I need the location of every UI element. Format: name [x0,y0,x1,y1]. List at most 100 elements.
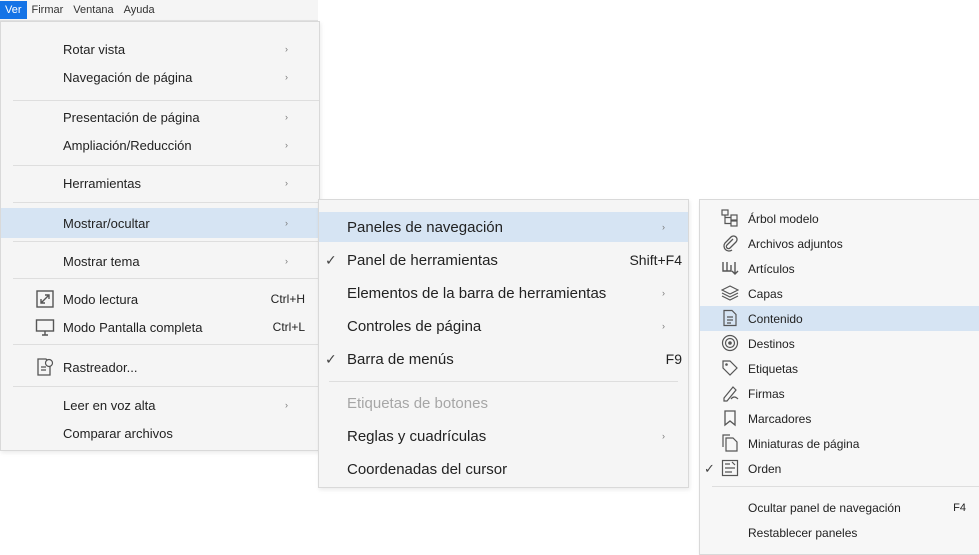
menu-item-label: Leer en voz alta [63,397,156,413]
menu-item-tools-panel[interactable]: ✓ Panel de herramientas Shift+F4 [319,245,688,275]
content-icon [721,309,739,327]
paperclip-icon [721,234,739,252]
menu-item-signatures[interactable]: Firmas [700,381,979,406]
check-icon: ✓ [325,350,337,367]
menu-item-thumbnails[interactable]: Miniaturas de página [700,431,979,456]
menu-item-label: Herramientas [63,175,142,191]
tracker-icon [35,357,55,377]
order-icon [721,459,739,477]
chevron-right-icon: › [285,256,288,266]
menu-item-content[interactable]: Contenido [700,306,979,331]
menu-firmar[interactable]: Firmar [27,1,69,19]
menu-item-read-aloud[interactable]: Leer en voz alta › [1,392,319,418]
chevron-right-icon: › [285,400,288,410]
menu-item-rotate-view[interactable]: Rotar vista › [1,36,319,62]
menu-item-reset-panels[interactable]: Restablecer paneles [700,520,979,545]
nav-panels-menu: Árbol modelo Archivos adjuntos Artículos… [699,199,979,555]
menu-item-label: Controles de página [347,317,482,335]
menu-item-page-navigation[interactable]: Navegación de página › [1,64,319,90]
menu-item-label: Paneles de navegación [347,218,503,236]
menu-item-label: Panel de herramientas [347,251,498,269]
menu-item-order[interactable]: ✓ Orden [700,456,979,481]
chevron-right-icon: › [662,288,665,298]
menu-item-label: Capas [748,286,783,301]
layers-icon [721,284,739,302]
menu-item-destinations[interactable]: Destinos [700,331,979,356]
menu-separator [13,100,319,101]
menu-item-attachments[interactable]: Archivos adjuntos [700,231,979,256]
chevron-right-icon: › [285,72,288,82]
chevron-right-icon: › [662,222,665,232]
menu-item-articles[interactable]: Artículos [700,256,979,281]
chevron-right-icon: › [285,112,288,122]
menu-ventana[interactable]: Ventana [68,1,118,19]
menu-item-label: Rastreador... [63,359,138,375]
chevron-right-icon: › [285,44,288,54]
menu-item-label: Navegación de página [63,69,193,85]
menu-item-toolbar-items[interactable]: Elementos de la barra de herramientas › [319,278,688,308]
menu-separator [13,278,319,279]
menu-item-tags[interactable]: Etiquetas [700,356,979,381]
menu-item-label: Modo lectura [63,291,139,307]
menu-separator [13,241,319,242]
chevron-right-icon: › [662,431,665,441]
menu-item-tracker[interactable]: Rastreador... [1,354,319,380]
menu-item-label: Mostrar/ocultar [63,215,150,231]
menu-item-label: Presentación de página [63,109,200,125]
menu-item-label: Ampliación/Reducción [63,137,192,153]
menu-item-label: Etiquetas de botones [347,394,488,412]
read-mode-icon [35,289,55,309]
menu-item-tools[interactable]: Herramientas › [1,170,319,196]
menu-item-label: Artículos [748,261,795,276]
menu-item-show-hide[interactable]: Mostrar/ocultar › [1,208,319,238]
page-thumbnails-icon [721,434,739,452]
menu-item-label: Coordenadas del cursor [347,460,508,478]
menu-item-label: Orden [748,461,782,476]
menu-item-page-display[interactable]: Presentación de página › [1,104,319,130]
menu-item-label: Etiquetas [748,361,799,376]
menu-item-show-theme[interactable]: Mostrar tema › [1,248,319,274]
menu-item-label: Firmas [748,386,785,401]
menu-item-menu-bar[interactable]: ✓ Barra de menús F9 [319,344,688,374]
menu-separator [329,381,678,382]
menu-item-nav-panels[interactable]: Paneles de navegación › [319,212,688,242]
menu-item-label: Elementos de la barra de herramientas [347,284,607,302]
menu-item-read-mode[interactable]: Modo lectura Ctrl+H [1,286,319,312]
menu-item-button-labels[interactable]: Etiquetas de botones [319,388,688,418]
menu-item-compare-files[interactable]: Comparar archivos [1,420,319,446]
signature-icon [721,384,739,402]
menu-separator [13,386,319,387]
menu-item-label: Árbol modelo [748,211,819,226]
check-icon: ✓ [325,251,337,268]
menu-item-bookmarks[interactable]: Marcadores [700,406,979,431]
menu-item-label: Marcadores [748,411,812,426]
chevron-right-icon: › [285,140,288,150]
menu-item-label: Destinos [748,336,795,351]
chevron-right-icon: › [285,218,288,228]
menu-item-label: Ocultar panel de navegación [748,500,901,515]
chevron-right-icon: › [285,178,288,188]
menu-item-label: Barra de menús [347,350,454,368]
shortcut-label: F9 [665,351,682,367]
shortcut-label: Ctrl+L [272,320,305,334]
menu-item-zoom[interactable]: Ampliación/Reducción › [1,132,319,158]
menu-item-page-controls[interactable]: Controles de página › [319,311,688,341]
menu-item-label: Contenido [748,311,803,326]
menu-item-label: Reglas y cuadrículas [347,427,487,445]
tag-icon [721,359,739,377]
menu-item-cursor-coords[interactable]: Coordenadas del cursor [319,454,688,484]
menu-item-hide-nav-panel[interactable]: Ocultar panel de navegación F4 [700,495,979,520]
model-tree-icon [721,209,739,227]
menu-separator [13,165,319,166]
shortcut-label: Shift+F4 [629,252,682,268]
menu-item-full-screen[interactable]: Modo Pantalla completa Ctrl+L [1,314,319,340]
menu-item-label: Rotar vista [63,41,126,57]
show-hide-menu: Paneles de navegación › ✓ Panel de herra… [318,199,689,488]
menu-ayuda[interactable]: Ayuda [119,1,160,19]
menu-ver[interactable]: Ver [0,1,27,19]
menu-item-layers[interactable]: Capas [700,281,979,306]
menu-item-label: Restablecer paneles [748,525,858,540]
menu-item-model-tree[interactable]: Árbol modelo [700,206,979,231]
menu-item-rulers-grids[interactable]: Reglas y cuadrículas › [319,421,688,451]
menu-bar: Ver Firmar Ventana Ayuda [0,0,318,21]
